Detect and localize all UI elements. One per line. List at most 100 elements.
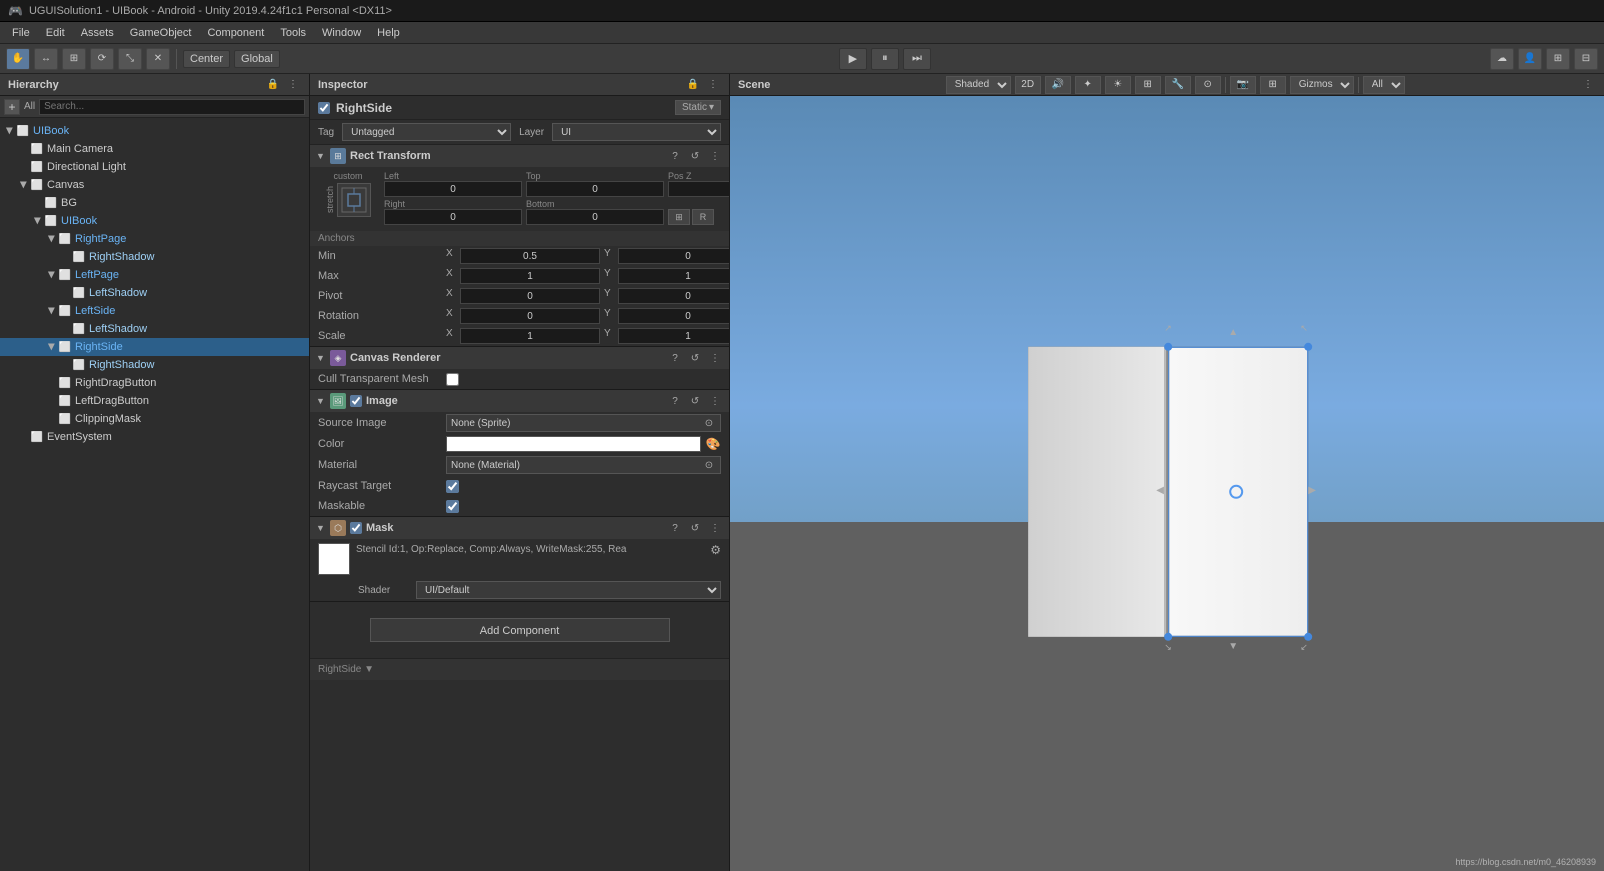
center-label[interactable]: Center xyxy=(183,50,230,68)
2d-button[interactable]: 2D xyxy=(1015,76,1041,94)
tool-rotate[interactable]: ⟳ xyxy=(90,48,114,70)
image-material-field[interactable]: None (Material) ⊙ xyxy=(446,456,721,474)
tool-rect[interactable]: ⊞ xyxy=(62,48,86,70)
static-button[interactable]: Static ▾ xyxy=(675,100,721,115)
image-help-btn[interactable]: ? xyxy=(667,393,683,409)
tree-item-bg[interactable]: ⬜BG xyxy=(0,194,309,212)
tree-item-rightshadow2[interactable]: ⬜RightShadow xyxy=(0,356,309,374)
tag-select[interactable]: Untagged xyxy=(342,123,511,141)
source-image-pick-btn[interactable]: ⊙ xyxy=(702,416,716,430)
rect-transform-header[interactable]: ▼ ⊞ Rect Transform ? ↺ ⋮ xyxy=(310,145,729,167)
scene-align-btn[interactable]: ⊞ xyxy=(1260,76,1286,94)
menu-file[interactable]: File xyxy=(4,25,38,41)
min-x-input[interactable] xyxy=(460,248,600,264)
image-color-box[interactable] xyxy=(446,436,701,452)
hierarchy-lock-icon[interactable]: 🔒 xyxy=(265,77,281,93)
audio-btn[interactable]: 🔊 xyxy=(1045,76,1071,94)
canvas-renderer-reset-btn[interactable]: ↺ xyxy=(687,350,703,366)
collab-btn[interactable]: ☁ xyxy=(1490,48,1514,70)
scene-camera-icon[interactable]: 📷 xyxy=(1230,76,1256,94)
layout-btn[interactable]: ⊟ xyxy=(1574,48,1598,70)
image-header[interactable]: ▼ 🖼 Image ? ↺ ⋮ xyxy=(310,390,729,412)
menu-edit[interactable]: Edit xyxy=(38,25,73,41)
scene-view[interactable]: ▲ ▼ ◀ ▶ ↗ ↖ ↘ ↙ https://blog.csdn.net/m0… xyxy=(730,96,1604,871)
mask-reset-btn[interactable]: ↺ xyxy=(687,520,703,536)
maskable-checkbox[interactable] xyxy=(446,500,459,513)
mask-menu-btn[interactable]: ⋮ xyxy=(707,520,723,536)
max-y-input[interactable] xyxy=(618,268,730,284)
image-menu-btn[interactable]: ⋮ xyxy=(707,393,723,409)
image-material-pick-btn[interactable]: ⊙ xyxy=(702,458,716,472)
image-active-checkbox[interactable] xyxy=(350,395,362,407)
tree-item-rightside[interactable]: ▶⬜RightSide xyxy=(0,338,309,356)
scene-tools-btn[interactable]: 🔧 xyxy=(1165,76,1191,94)
tree-item-eventsystem[interactable]: ⬜EventSystem xyxy=(0,428,309,446)
pause-button[interactable]: ⏸ xyxy=(871,48,899,70)
canvas-renderer-menu-btn[interactable]: ⋮ xyxy=(707,350,723,366)
layer-select[interactable]: UI xyxy=(552,123,721,141)
mask-gear-btn[interactable]: ⚙ xyxy=(710,543,721,557)
hierarchy-menu-icon[interactable]: ⋮ xyxy=(285,77,301,93)
rect-transform-help-btn[interactable]: ? xyxy=(667,148,683,164)
fx-btn[interactable]: ✦ xyxy=(1075,76,1101,94)
object-active-checkbox[interactable] xyxy=(318,102,330,114)
rot-y-input[interactable] xyxy=(618,308,730,324)
menu-window[interactable]: Window xyxy=(314,25,369,41)
canvas-renderer-header[interactable]: ▼ ◈ Canvas Renderer ? ↺ ⋮ xyxy=(310,347,729,369)
mask-active-checkbox[interactable] xyxy=(350,522,362,534)
scene-menu-icon[interactable]: ⋮ xyxy=(1580,77,1596,93)
all-select[interactable]: All xyxy=(1363,76,1405,94)
global-label[interactable]: Global xyxy=(234,50,280,68)
inspector-lock-icon[interactable]: 🔒 xyxy=(685,77,701,93)
scene-extra-btn[interactable]: ⊙ xyxy=(1195,76,1221,94)
source-image-field[interactable]: None (Sprite) ⊙ xyxy=(446,414,721,432)
shader-select[interactable]: UI/Default xyxy=(416,581,721,599)
scene-lighting-btn[interactable]: ☀ xyxy=(1105,76,1131,94)
left-input[interactable] xyxy=(384,181,522,197)
tree-item-leftshadow1[interactable]: ⬜LeftShadow xyxy=(0,284,309,302)
scale-y-input[interactable] xyxy=(618,328,730,344)
play-button[interactable]: ▶ xyxy=(839,48,867,70)
image-reset-btn[interactable]: ↺ xyxy=(687,393,703,409)
tool-scale[interactable]: ⤡ xyxy=(118,48,142,70)
tree-item-leftside[interactable]: ▶⬜LeftSide xyxy=(0,302,309,320)
hierarchy-add-button[interactable]: + xyxy=(4,99,20,115)
mask-help-btn[interactable]: ? xyxy=(667,520,683,536)
image-color-pick-btn[interactable]: 🎨 xyxy=(705,436,721,452)
blueprint-button[interactable]: ⊞ xyxy=(668,209,690,225)
inspector-menu-icon[interactable]: ⋮ xyxy=(705,77,721,93)
menu-gameobject[interactable]: GameObject xyxy=(122,25,200,41)
mask-header[interactable]: ▼ ⬡ Mask ? ↺ ⋮ xyxy=(310,517,729,539)
hierarchy-search-input[interactable] xyxy=(39,99,305,115)
menu-help[interactable]: Help xyxy=(369,25,408,41)
rot-x-input[interactable] xyxy=(460,308,600,324)
tree-item-rightdragbtn[interactable]: ⬜RightDragButton xyxy=(0,374,309,392)
tree-item-leftdragbtn[interactable]: ⬜LeftDragButton xyxy=(0,392,309,410)
shaded-select[interactable]: Shaded xyxy=(946,76,1011,94)
gizmos-select[interactable]: Gizmos xyxy=(1290,76,1354,94)
tree-item-leftshadow2[interactable]: ⬜LeftShadow xyxy=(0,320,309,338)
cull-mesh-checkbox[interactable] xyxy=(446,373,459,386)
tree-item-canvas[interactable]: ▶⬜Canvas xyxy=(0,176,309,194)
tool-move[interactable]: ↔ xyxy=(34,48,58,70)
scale-x-input[interactable] xyxy=(460,328,600,344)
account-btn[interactable]: 👤 xyxy=(1518,48,1542,70)
tree-item-rightpage[interactable]: ▶⬜RightPage xyxy=(0,230,309,248)
right-input[interactable] xyxy=(384,209,522,225)
tree-item-rightshadow1[interactable]: ⬜RightShadow xyxy=(0,248,309,266)
tree-item-directionallight[interactable]: ⬜Directional Light xyxy=(0,158,309,176)
layers-btn[interactable]: ⊞ xyxy=(1546,48,1570,70)
pivot-x-input[interactable] xyxy=(460,288,600,304)
tool-hand[interactable]: ✋ xyxy=(6,48,30,70)
scene-title[interactable]: Scene xyxy=(738,79,770,91)
r-button[interactable]: R xyxy=(692,209,714,225)
tree-item-uibook[interactable]: ▶⬜UIBook xyxy=(0,122,309,140)
step-button[interactable]: ⏭ xyxy=(903,48,931,70)
raycast-checkbox[interactable] xyxy=(446,480,459,493)
tree-item-clippingmask[interactable]: ⬜ClippingMask xyxy=(0,410,309,428)
scene-grid-btn[interactable]: ⊞ xyxy=(1135,76,1161,94)
rect-transform-reset-btn[interactable]: ↺ xyxy=(687,148,703,164)
posz-input[interactable] xyxy=(668,181,730,197)
bottom-input[interactable] xyxy=(526,209,664,225)
menu-component[interactable]: Component xyxy=(199,25,272,41)
